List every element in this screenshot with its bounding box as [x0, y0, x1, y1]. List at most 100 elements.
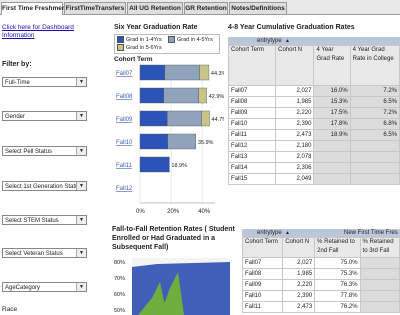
cell-cohort-term: Fall07: [227, 85, 277, 97]
new-first-time-header: New First Time Fres: [344, 230, 398, 236]
table-row[interactable]: Fall15 2,049: [227, 173, 400, 185]
cell-cohort-n: 2,220: [275, 107, 315, 119]
sort-asc-icon[interactable]: ▲: [285, 229, 290, 237]
chevron-down-icon: ▼: [76, 249, 86, 257]
chevron-down-icon: ▼: [76, 112, 86, 120]
bar-segment: [199, 64, 210, 81]
category-label[interactable]: Fall11: [116, 163, 133, 169]
col-cohort-term[interactable]: Cohort Term: [241, 237, 284, 258]
cell-4yr-grad-rate: [313, 162, 351, 174]
total-label: 35.9%: [198, 140, 214, 146]
cell-4yr-grad-rate-college: 6.5%: [349, 129, 400, 141]
bar-segment: [139, 156, 170, 173]
total-label: 44.3%: [211, 71, 224, 77]
bar-segment: [139, 133, 168, 150]
y-tick-label: 50%: [114, 308, 125, 314]
table-row[interactable]: Fall08 1,985 75.3%: [241, 268, 400, 280]
chevron-down-icon: ▼: [76, 216, 86, 224]
tab-all-ug-retention[interactable]: All UG Retention: [127, 2, 183, 14]
first-generation-filter-value: Select 1st Generation Status: [5, 184, 82, 190]
tab-first-time-transfers[interactable]: FirstTimeTransfers: [64, 2, 126, 14]
cell-4yr-grad-rate: [313, 173, 351, 185]
cell-retained-3rd-fall: [359, 301, 400, 313]
dashboard-info-link[interactable]: Click here for Dashboard Information: [2, 24, 102, 40]
cell-retained-2nd-fall: 76.2%: [314, 301, 361, 313]
cell-4yr-grad-rate-college: [349, 151, 400, 163]
six-year-graduation-chart: Fall07 44.3% Fall08 42.9% Fall09 44.7% Fall10 3…: [116, 63, 224, 215]
col-retained-2nd-fall[interactable]: % Retained to 2nd Fall: [314, 237, 361, 258]
category-label[interactable]: Fall07: [116, 71, 133, 77]
bar-segment: [139, 110, 168, 127]
table-row[interactable]: Fall10 2,390 17.8% 6.8%: [227, 118, 400, 130]
table-row[interactable]: Fall10 2,390 77.8%: [241, 290, 400, 302]
legend-item: Grad in 1-4Yrs: [117, 36, 162, 43]
col-cohort-term[interactable]: Cohort Term: [227, 45, 277, 86]
tab-first-time-freshmen[interactable]: First Time Freshmen: [1, 2, 66, 15]
legend-label: Grad in 4-5Yrs: [177, 36, 213, 43]
col-4yr-grad-rate[interactable]: 4 Year Grad Rate: [313, 45, 351, 86]
table-row[interactable]: Fall09 2,220 17.5% 7.2%: [227, 107, 400, 119]
six-year-legend: Grad in 1-4Yrs Grad in 4-5Yrs Grad in 5-…: [114, 34, 220, 54]
cell-4yr-grad-rate: [313, 140, 351, 152]
table-row[interactable]: Fall11 2,473 18.9% 6.5%: [227, 129, 400, 141]
category-label[interactable]: Fall10: [116, 140, 133, 146]
col-4yr-grad-rate-college[interactable]: 4 Year Grad Rate in College: [349, 45, 400, 86]
veteran-status-filter[interactable]: Select Veteran Status ▼: [2, 248, 87, 258]
cell-cohort-n: 2,390: [282, 290, 316, 302]
cell-cohort-term: Fall08: [227, 96, 277, 108]
total-label: 44.7%: [212, 117, 224, 123]
table-row[interactable]: Fall13 2,078: [227, 151, 400, 163]
total-label: 42.9%: [209, 94, 224, 100]
category-label[interactable]: Fall12: [116, 186, 133, 192]
y-tick-label: 70%: [114, 276, 125, 282]
table-row[interactable]: Fall07 2,027 75.0%: [241, 257, 400, 269]
table-row[interactable]: Fall11 2,473 76.2%: [241, 301, 400, 313]
col-retained-3rd-fall[interactable]: % Retained to 3rd Fall: [359, 237, 400, 258]
y-tick-label: 80%: [114, 260, 125, 266]
category-label[interactable]: Fall08: [116, 94, 133, 100]
col-cohort-n[interactable]: Cohort N: [282, 237, 316, 258]
bar-segment: [201, 110, 210, 127]
gender-filter[interactable]: Gender ▼: [2, 111, 87, 121]
entrytype-header: entrytype: [257, 38, 282, 44]
pell-status-filter[interactable]: Select Pell Status ▼: [2, 146, 87, 156]
cell-4yr-grad-rate-college: 7.2%: [349, 107, 400, 119]
cell-cohort-n: 2,180: [275, 140, 315, 152]
full-time-filter-value: Full-Time: [5, 80, 30, 86]
age-category-filter[interactable]: AgeCategory ▼: [2, 282, 87, 292]
cell-4yr-grad-rate-college: [349, 173, 400, 185]
tab-notes-definitions[interactable]: Notes/Definitions: [229, 2, 287, 14]
legend-swatch: [117, 44, 124, 51]
cell-retained-3rd-fall: [359, 279, 400, 291]
cell-cohort-term: Fall08: [241, 268, 284, 280]
bar-segment: [167, 133, 197, 150]
col-cohort-n[interactable]: Cohort N: [275, 45, 315, 86]
table-row[interactable]: Fall12 2,180: [227, 140, 400, 152]
table-row[interactable]: Fall07 2,027 16.0% 7.2%: [227, 85, 400, 97]
table-row[interactable]: Fall14 2,306: [227, 162, 400, 174]
cell-4yr-grad-rate: 16.0%: [313, 85, 351, 97]
cell-4yr-grad-rate: 18.9%: [313, 129, 351, 141]
bar-segment: [167, 110, 202, 127]
cell-cohort-term: Fall14: [227, 162, 277, 174]
cell-retained-3rd-fall: [359, 290, 400, 302]
bar-segment: [164, 64, 200, 81]
category-label[interactable]: Fall09: [116, 117, 133, 123]
stem-status-filter[interactable]: Select STEM Status ▼: [2, 215, 87, 225]
cell-cohort-term: Fall11: [241, 301, 284, 313]
filter-by-label: Filter by:: [2, 61, 32, 68]
table-row[interactable]: Fall08 1,985 15.3% 6.5%: [227, 96, 400, 108]
cell-cohort-n: 2,027: [275, 85, 315, 97]
sort-asc-icon[interactable]: ▲: [285, 37, 290, 45]
legend-item: Grad in 5-6Yrs: [117, 44, 162, 51]
legend-label: Grad in 1-4Yrs: [126, 36, 162, 43]
tab-bar: First Time Freshmen FirstTimeTransfers A…: [0, 0, 400, 15]
first-generation-filter[interactable]: Select 1st Generation Status ▼: [2, 181, 87, 191]
pell-status-filter-value: Select Pell Status: [5, 149, 53, 155]
retention-chart: 80% 70% 60% 50%: [114, 258, 230, 315]
full-time-filter[interactable]: Full-Time ▼: [2, 77, 87, 87]
table-row[interactable]: Fall09 2,220 76.3%: [241, 279, 400, 291]
cell-4yr-grad-rate: [313, 151, 351, 163]
tab-gr-retention[interactable]: GR Retention: [184, 2, 228, 14]
x-tick-label: 40%: [198, 209, 211, 215]
